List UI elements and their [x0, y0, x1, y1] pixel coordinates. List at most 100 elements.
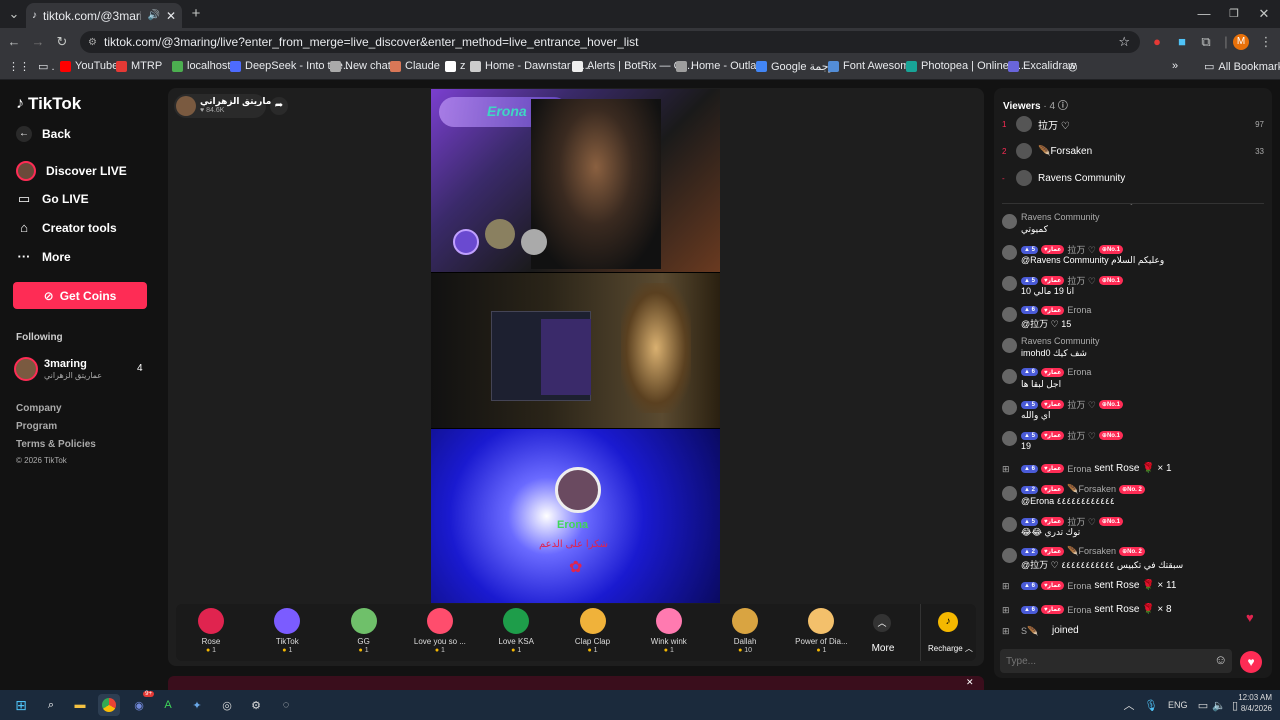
- bookmark-item[interactable]: Claude: [390, 60, 440, 72]
- tab-search-icon[interactable]: ⌄: [4, 4, 24, 24]
- bookmark-item[interactable]: localhost: [172, 60, 230, 72]
- microphone-icon[interactable]: 🎙: [1140, 694, 1162, 716]
- avatar[interactable]: [1002, 307, 1017, 322]
- footer-terms[interactable]: Terms & Policies: [16, 439, 96, 450]
- chat-username[interactable]: Ravens Community: [1021, 212, 1100, 222]
- chat-username[interactable]: 🪶Forsaken: [1067, 484, 1116, 495]
- bookmark-item[interactable]: Google ترجمة: [756, 60, 838, 73]
- gift-item[interactable]: Love you so ... ● 1: [405, 608, 475, 654]
- browser-tab[interactable]: ♪ tiktok.com/@3maring/live? 🔊 ✕: [26, 3, 182, 28]
- back-button[interactable]: ← Back: [16, 126, 71, 142]
- gift-item[interactable]: Dallah ● 10: [710, 608, 780, 654]
- host-info[interactable]: عماريتق الزهراني ♥ 84.6K: [174, 94, 278, 118]
- get-coins-button[interactable]: ⊘ Get Coins: [13, 282, 147, 309]
- avatar[interactable]: [1002, 276, 1017, 291]
- chat-input[interactable]: ☺: [1000, 649, 1232, 673]
- chat-username[interactable]: 🪶Forsaken: [1067, 546, 1116, 557]
- avatar[interactable]: [1002, 400, 1017, 415]
- more-gifts-button[interactable]: More: [868, 643, 898, 654]
- gift-item[interactable]: Rose ● 1: [176, 608, 246, 654]
- chat-username[interactable]: Erona: [1067, 605, 1091, 615]
- all-bookmarks[interactable]: ▭All Bookmarks: [1204, 60, 1280, 74]
- chat-username[interactable]: Erona: [1067, 367, 1091, 377]
- apps-grid-icon[interactable]: ⋮⋮: [8, 60, 30, 73]
- avatar[interactable]: [1002, 338, 1017, 353]
- avatar[interactable]: [1002, 431, 1017, 446]
- recharge-button[interactable]: Recharge ︿: [928, 643, 973, 654]
- window-close-icon[interactable]: ✕: [1254, 4, 1274, 24]
- bookmark-globe-icon[interactable]: ◎: [1068, 60, 1078, 73]
- clock[interactable]: 12:03 AM 8/4/2026: [1226, 693, 1272, 713]
- bookmark-item[interactable]: MTRP: [116, 60, 162, 72]
- info-icon[interactable]: ⓘ: [1058, 101, 1068, 112]
- restore-icon[interactable]: ❐: [1224, 4, 1244, 24]
- app-icon[interactable]: A: [157, 694, 179, 716]
- chat-username[interactable]: Erona: [1067, 464, 1091, 474]
- viewer-row[interactable]: 2 🪶Forsaken 33: [1002, 141, 1264, 161]
- chat-text-field[interactable]: [1006, 653, 1206, 669]
- bookmark-item[interactable]: New chat: [330, 60, 391, 72]
- footer-program[interactable]: Program: [16, 421, 57, 432]
- nav-creator-tools[interactable]: ⌂ Creator tools: [16, 220, 117, 235]
- bookmark-item[interactable]: YouTube: [60, 60, 118, 72]
- tab-audio-icon[interactable]: 🔊: [147, 10, 159, 21]
- obs-icon[interactable]: ◎: [216, 694, 238, 716]
- chevron-up-icon[interactable]: ︿: [1118, 694, 1140, 716]
- file-explorer-icon[interactable]: ▬: [69, 694, 91, 716]
- share-icon[interactable]: ➦: [270, 97, 288, 115]
- new-tab-button[interactable]: +: [186, 4, 206, 24]
- extension-icon[interactable]: ●: [1147, 32, 1167, 52]
- bookmark-item[interactable]: z: [445, 60, 466, 72]
- back-arrow-icon[interactable]: ←: [4, 32, 24, 52]
- tiktok-logo[interactable]: ♪ TikTok: [16, 94, 81, 114]
- url-input[interactable]: ⚙ tiktok.com/@3maring/live?enter_from_me…: [80, 31, 1140, 53]
- chat-username[interactable]: Ravens Community: [1021, 336, 1100, 346]
- like-heart-button[interactable]: ♥: [1240, 651, 1262, 673]
- viewer-row[interactable]: 1 拉万 ♡ 97: [1002, 114, 1264, 134]
- chat-username[interactable]: Erona: [1067, 305, 1091, 315]
- gift-item[interactable]: Love KSA ● 1: [481, 608, 551, 654]
- live-video[interactable]: Erona Erona شكرا على الدعم ✿: [431, 89, 720, 603]
- bookmarks-overflow-icon[interactable]: »: [1172, 60, 1178, 72]
- tab-close-icon[interactable]: ✕: [166, 9, 176, 23]
- gift-item[interactable]: Power of Dia... ● 1: [786, 608, 856, 654]
- avatar[interactable]: [1002, 548, 1017, 563]
- profile-avatar[interactable]: M: [1233, 34, 1249, 50]
- language-indicator[interactable]: ENG: [1168, 700, 1188, 710]
- search-icon[interactable]: ⌕: [40, 694, 62, 716]
- steam-icon[interactable]: ⚙: [245, 694, 267, 716]
- minimize-icon[interactable]: —: [1194, 4, 1214, 24]
- chrome-menu-icon[interactable]: ⋮: [1256, 32, 1276, 52]
- chevron-up-icon[interactable]: ︿: [873, 614, 891, 632]
- bookmark-item[interactable]: Alerts | BotRix — Cl...: [572, 60, 693, 72]
- avatar[interactable]: [1002, 369, 1017, 384]
- viewer-row[interactable]: - Ravens Community: [1002, 168, 1264, 188]
- footer-company[interactable]: Company: [16, 403, 62, 414]
- bookmark-item[interactable]: Home - Outlaw: [676, 60, 764, 72]
- chrome-icon[interactable]: [98, 694, 120, 716]
- avatar[interactable]: [1002, 486, 1017, 501]
- gift-item[interactable]: TikTok ● 1: [252, 608, 322, 654]
- folder-icon[interactable]: ▭ .: [38, 60, 55, 73]
- nav-discover-live[interactable]: Discover LIVE: [16, 161, 127, 181]
- windows-start-icon[interactable]: ⊞: [10, 694, 32, 716]
- emoji-icon[interactable]: ☺: [1214, 652, 1227, 667]
- gift-item[interactable]: GG ● 1: [329, 608, 399, 654]
- reload-icon[interactable]: ↻: [52, 32, 72, 52]
- nav-go-live[interactable]: ▭ Go LIVE: [16, 191, 89, 207]
- chat-username[interactable]: 拉万 ♡: [1067, 398, 1096, 411]
- nav-more[interactable]: ··· More: [16, 249, 71, 264]
- chat-username[interactable]: Erona: [1067, 581, 1091, 591]
- app-icon[interactable]: ◌: [275, 694, 297, 716]
- app-icon[interactable]: ✦: [186, 694, 208, 716]
- close-icon[interactable]: ✕: [966, 677, 974, 688]
- extension-icon[interactable]: ■: [1172, 32, 1192, 52]
- gift-item[interactable]: Clap Clap ● 1: [558, 608, 628, 654]
- chat-username[interactable]: 拉万 ♡: [1067, 429, 1096, 442]
- bookmark-item[interactable]: Font Awesome: [828, 60, 916, 72]
- extensions-puzzle-icon[interactable]: ⧉: [1196, 32, 1216, 52]
- bookmark-star-icon[interactable]: ☆: [1118, 34, 1130, 50]
- forward-arrow-icon[interactable]: →: [28, 32, 48, 52]
- following-item[interactable]: 3maring عماريتق الزهراني 4: [14, 357, 146, 383]
- avatar[interactable]: [1002, 517, 1017, 532]
